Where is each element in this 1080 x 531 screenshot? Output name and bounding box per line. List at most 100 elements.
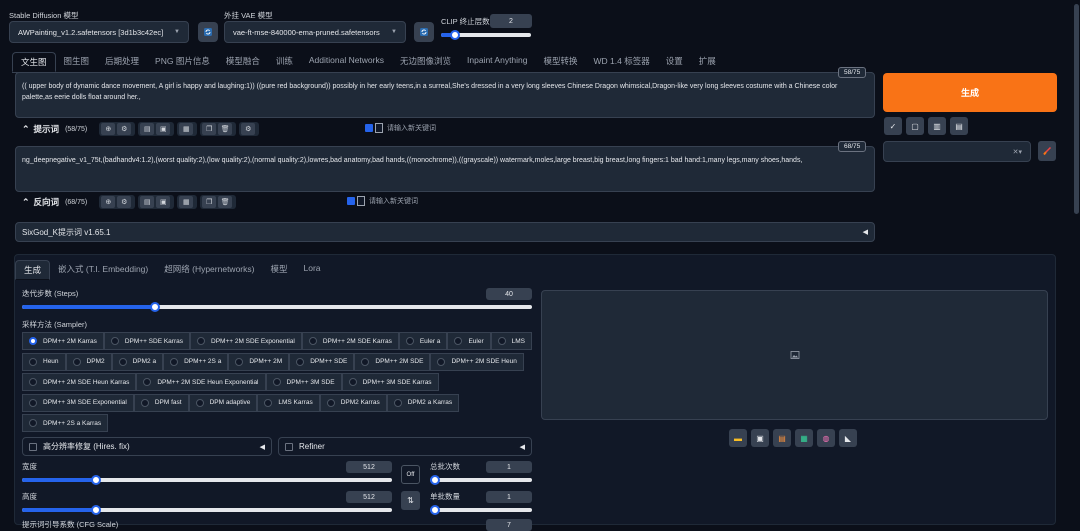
tab-inpaint-anything[interactable]: Inpaint Anything — [459, 52, 536, 72]
globe-icon[interactable]: ⊕ — [101, 123, 116, 135]
batch-count-slider[interactable] — [430, 475, 532, 485]
sampler-option[interactable]: DPM adaptive — [188, 393, 258, 412]
send-to-img2img-icon[interactable]: ▦ — [795, 429, 813, 447]
history-icon[interactable]: ▤ — [140, 196, 155, 208]
sampler-option[interactable]: DPM++ 3M SDE Karras — [341, 373, 439, 391]
import-icon[interactable]: ▣ — [156, 123, 171, 135]
subtab-model[interactable]: 模型 — [262, 260, 295, 280]
sampler-option[interactable]: DPM++ 2M SDE — [354, 352, 431, 371]
steps-slider[interactable] — [22, 302, 532, 312]
sampler-option[interactable]: LMS — [490, 332, 532, 350]
sampler-option[interactable]: DPM++ 2M SDE Heun Karras — [22, 373, 137, 391]
triangle-ruler-icon[interactable]: ◣ — [839, 429, 857, 447]
hires-fix-accordion[interactable]: 高分辨率修复 (Hires. fix) ◀ — [22, 437, 272, 456]
styles-dropdown[interactable]: ✕▾ — [883, 141, 1031, 162]
checkbox[interactable] — [365, 124, 373, 132]
sampler-option[interactable]: DPM++ 3M SDE — [265, 373, 342, 391]
refresh-vae-button[interactable] — [414, 22, 434, 42]
tab-wd-tagger[interactable]: WD 1.4 标签器 — [586, 52, 658, 72]
tab-extras[interactable]: 后期处理 — [97, 52, 147, 72]
clipboard-icon[interactable]: ▢ — [906, 117, 924, 135]
batch-size-slider[interactable] — [430, 505, 532, 515]
generate-button[interactable]: 生成 — [883, 73, 1057, 112]
sampler-option[interactable]: Euler a — [398, 332, 448, 350]
hires-checkbox[interactable] — [29, 442, 37, 451]
refresh-sd-model-button[interactable] — [198, 22, 218, 42]
trash-icon[interactable]: 🗑 — [218, 196, 233, 208]
tab-infinite-browser[interactable]: 无边图像浏览 — [392, 52, 459, 72]
sampler-option[interactable]: DPM2 a — [111, 352, 164, 371]
subtab-lora[interactable]: Lora — [295, 260, 328, 280]
subtab-embedding[interactable]: 嵌入式 (T.I. Embedding) — [50, 260, 156, 280]
output-gallery[interactable] — [541, 290, 1048, 420]
checkbox[interactable] — [347, 197, 355, 205]
copy-icon[interactable]: ❐ — [202, 123, 217, 135]
subtab-generate[interactable]: 生成 — [15, 260, 51, 280]
apply-style-button[interactable] — [1038, 141, 1056, 161]
tab-img2img[interactable]: 图生图 — [56, 52, 98, 72]
negative-prompt-textarea[interactable]: ng_deepnegative_v1_75t,(badhandv4:1.2),(… — [15, 146, 875, 192]
import-icon[interactable]: ▣ — [156, 196, 171, 208]
sampler-option[interactable]: DPM++ 2M SDE Heun Exponential — [136, 373, 266, 391]
height-input[interactable]: 512 — [346, 491, 392, 503]
subtab-hypernetworks[interactable]: 超网络 (Hypernetworks) — [156, 260, 262, 280]
sd-model-dropdown[interactable]: AWPainting_v1.2.safetensors [3d1b3c42ec]… — [9, 21, 189, 43]
sampler-option[interactable]: DPM2 Karras — [319, 393, 387, 412]
sampler-option[interactable]: DPM fast — [133, 393, 189, 412]
tab-merge[interactable]: 模型融合 — [218, 52, 268, 72]
collapse-icon[interactable]: ⌃ — [22, 124, 30, 135]
check-icon[interactable]: ✓ — [884, 117, 902, 135]
folder-icon[interactable]: ▬ — [729, 429, 747, 447]
hires-off-toggle[interactable]: Off — [401, 465, 420, 484]
history-icon[interactable]: ▤ — [140, 123, 155, 135]
sampler-option[interactable]: DPM++ 3M SDE Exponential — [22, 393, 134, 412]
refiner-accordion[interactable]: Refiner ◀ — [278, 437, 532, 456]
collapse-icon[interactable]: ⌃ — [22, 197, 30, 208]
save-icon[interactable]: ▣ — [751, 429, 769, 447]
tab-train[interactable]: 训练 — [268, 52, 301, 72]
refiner-checkbox[interactable] — [285, 442, 293, 451]
clear-icon[interactable]: ✕▾ — [1013, 148, 1022, 156]
gear-icon[interactable]: ⚙ — [117, 196, 132, 208]
height-slider[interactable] — [22, 505, 392, 515]
globe-icon[interactable]: ⊕ — [101, 196, 116, 208]
sampler-option[interactable]: DPM2 a Karras — [386, 393, 460, 412]
sampler-option[interactable]: DPM++ SDE Karras — [103, 332, 190, 350]
clip-skip-input[interactable]: 2 — [490, 14, 532, 28]
sampler-option[interactable]: DPM++ 2S a Karras — [22, 414, 109, 432]
width-input[interactable]: 512 — [346, 461, 392, 473]
sampler-option[interactable]: DPM++ 2M Karras — [22, 332, 104, 350]
swap-dimensions-button[interactable]: ⇅ — [401, 491, 420, 510]
tab-additional-networks[interactable]: Additional Networks — [301, 52, 392, 72]
sampler-option[interactable]: Heun — [22, 352, 66, 371]
sampler-option[interactable]: DPM++ SDE — [289, 352, 355, 371]
notes-icon[interactable]: ▤ — [950, 117, 968, 135]
tab-model-convert[interactable]: 模型转换 — [536, 52, 586, 72]
sampler-option[interactable]: DPM++ 2M SDE Exponential — [190, 332, 302, 350]
sampler-option[interactable]: Euler — [447, 332, 491, 350]
sampler-option[interactable]: LMS Karras — [257, 393, 320, 412]
tab-png-info[interactable]: PNG 图片信息 — [147, 52, 218, 72]
trash-icon[interactable]: ▥ — [928, 117, 946, 135]
tab-extensions[interactable]: 扩展 — [691, 52, 724, 72]
prompt-textarea[interactable]: (( upper body of dynamic dance movement,… — [15, 72, 875, 118]
batch-count-input[interactable]: 1 — [486, 461, 532, 473]
sampler-option[interactable]: DPM2 — [65, 352, 112, 371]
sampler-option[interactable]: DPM++ 2S a — [163, 352, 229, 371]
clip-skip-slider[interactable] — [441, 30, 531, 40]
sampler-option[interactable]: DPM++ 2M SDE Heun — [430, 352, 524, 371]
prompt-keyword-input[interactable]: 请输入新关键词 — [365, 123, 436, 133]
trash-icon[interactable]: 🗑 — [218, 123, 233, 135]
image-icon[interactable]: ▦ — [179, 196, 194, 208]
scrollbar[interactable] — [1073, 0, 1080, 525]
sixgod-accordion[interactable]: SixGod_K提示词 v1.65.1 ◀ — [15, 222, 875, 242]
sampler-option[interactable]: DPM++ 2M — [228, 352, 290, 371]
batch-size-input[interactable]: 1 — [486, 491, 532, 503]
cfg-input[interactable]: 7 — [486, 519, 532, 531]
gear-icon[interactable]: ⚙ — [117, 123, 132, 135]
settings-icon[interactable]: ⚙ — [241, 123, 256, 135]
zip-icon[interactable]: ▤ — [773, 429, 791, 447]
negative-keyword-input[interactable]: 请输入新关键词 — [347, 196, 418, 206]
vae-dropdown[interactable]: vae-ft-mse-840000-ema-pruned.safetensors… — [224, 21, 406, 43]
sampler-option[interactable]: DPM++ 2M SDE Karras — [301, 332, 399, 350]
